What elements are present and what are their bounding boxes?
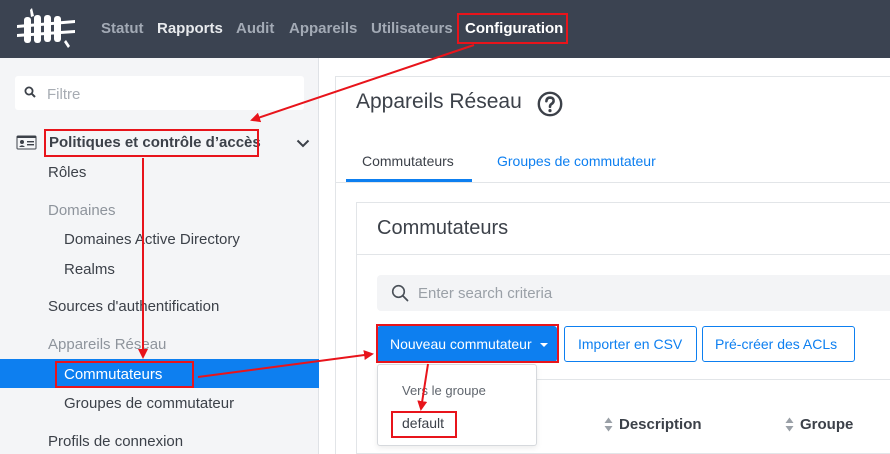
nav-rapports[interactable]: Rapports <box>157 20 223 37</box>
sidebar-item-groupes-commutateur[interactable]: Groupes de commutateur <box>64 395 234 412</box>
sidebar-item-roles[interactable]: Rôles <box>48 164 86 181</box>
sidebar-item-profils-connexion[interactable]: Profils de connexion <box>48 433 183 450</box>
card-header-divider <box>357 254 890 255</box>
help-icon[interactable] <box>537 91 563 117</box>
nav-utilisateurs[interactable]: Utilisateurs <box>371 20 453 37</box>
import-csv-button-label: Importer en CSV <box>578 336 683 352</box>
tab-commutateurs[interactable]: Commutateurs <box>362 153 454 169</box>
id-card-icon <box>16 135 37 150</box>
sidebar-filter-placeholder: Filtre <box>47 86 81 103</box>
nav-audit[interactable]: Audit <box>236 20 274 37</box>
search-icon <box>391 284 409 302</box>
sort-icon[interactable] <box>785 417 794 432</box>
sidebar-item-sources-auth[interactable]: Sources d'authentification <box>48 298 219 315</box>
search-icon <box>24 86 36 98</box>
tab-active-indicator <box>346 179 472 182</box>
card-title: Commutateurs <box>377 217 509 239</box>
dropdown-header: Vers le groupe <box>402 383 486 398</box>
column-header-groupe[interactable]: Groupe <box>800 416 853 433</box>
chevron-down-icon[interactable] <box>296 139 310 148</box>
tab-groupes-commutateur[interactable]: Groupes de commutateur <box>497 153 656 169</box>
annotation-box-default <box>391 411 457 438</box>
sort-icon[interactable] <box>604 417 613 432</box>
column-header-description[interactable]: Description <box>619 416 702 433</box>
annotation-box-new-switch <box>376 324 559 363</box>
nav-statut[interactable]: Statut <box>101 20 144 37</box>
annotation-box-commutateurs <box>55 361 194 388</box>
sidebar-group-domaines: Domaines <box>48 202 116 219</box>
sidebar-group-appareils-reseau: Appareils Réseau <box>48 336 167 353</box>
annotation-box-configuration <box>457 13 568 44</box>
app-logo-icon[interactable] <box>14 8 78 48</box>
search-placeholder: Enter search criteria <box>418 285 553 302</box>
annotation-box-access-policies <box>44 129 259 157</box>
sidebar-item-realms[interactable]: Realms <box>64 261 115 278</box>
sidebar-item-domaines-ad[interactable]: Domaines Active Directory <box>64 231 240 248</box>
page-title: Appareils Réseau <box>356 90 522 113</box>
nav-appareils[interactable]: Appareils <box>289 20 357 37</box>
precreate-acls-button-label: Pré-créer des ACLs <box>715 336 838 352</box>
tabs-divider <box>336 182 890 183</box>
table-top-border <box>536 379 890 380</box>
